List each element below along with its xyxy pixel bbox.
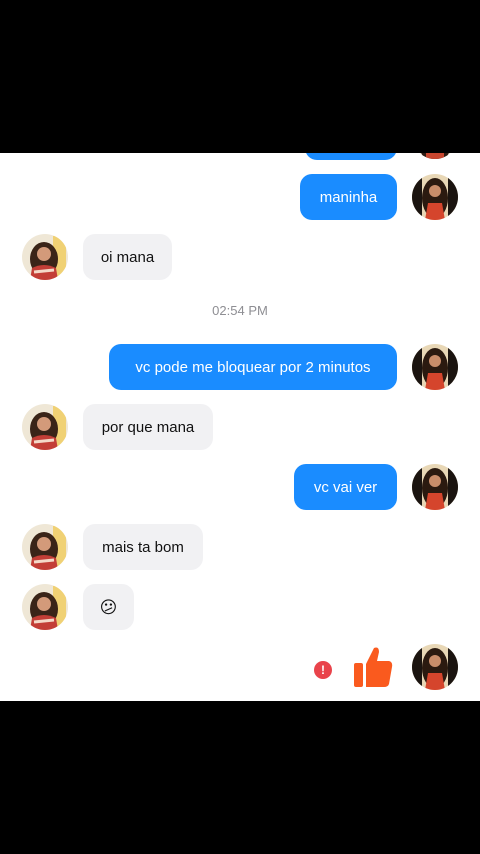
message-bubble-outgoing[interactable]: vc vai ver (294, 464, 397, 510)
message-bubble-incoming[interactable]: mais ta bom (83, 524, 203, 570)
contact-avatar[interactable] (22, 404, 68, 450)
message-text: vc vai ver (313, 478, 378, 496)
message-text: vc pode me bloquear por 2 minutos (135, 358, 371, 376)
message-bubble-incoming[interactable]: 😕 (83, 584, 134, 630)
contact-avatar[interactable] (22, 524, 68, 570)
chat-thread[interactable]: maninha oi mana 02:54 PM vc pode me bloq… (0, 153, 480, 701)
sender-avatar[interactable] (412, 464, 458, 510)
error-badge-icon[interactable]: ! (314, 661, 332, 679)
message-text: maninha (319, 188, 378, 206)
message-bubble-outgoing-partial[interactable] (305, 153, 397, 160)
timestamp: 02:54 PM (212, 303, 268, 318)
sender-avatar[interactable] (412, 344, 458, 390)
message-text: mais ta bom (102, 538, 184, 556)
message-bubble-outgoing[interactable]: maninha (300, 174, 397, 220)
message-bubble-incoming[interactable]: oi mana (83, 234, 172, 280)
thumbs-up-icon[interactable] (352, 645, 394, 689)
emoji-text: 😕 (99, 597, 118, 617)
message-text: oi mana (100, 248, 155, 266)
message-bubble-incoming[interactable]: por que mana (83, 404, 213, 450)
contact-avatar[interactable] (22, 584, 68, 630)
message-text: por que mana (101, 418, 195, 436)
sender-avatar[interactable] (412, 174, 458, 220)
contact-avatar[interactable] (22, 234, 68, 280)
sender-avatar[interactable] (412, 644, 458, 690)
sender-avatar-partial[interactable] (412, 153, 458, 159)
message-bubble-outgoing[interactable]: vc pode me bloquear por 2 minutos (109, 344, 397, 390)
error-mark: ! (321, 663, 325, 677)
